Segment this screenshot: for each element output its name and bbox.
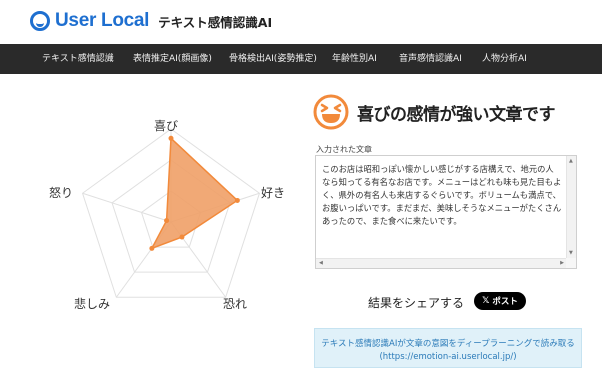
site-subtitle: テキスト感情認識AI <box>158 14 273 30</box>
radar-data-point <box>179 234 185 240</box>
x-logo-icon: 𝕏 <box>482 296 490 306</box>
input-text-content: このお店は昭和っぽい懐かしい感じがする店構えで、地元の人なら知ってる有名なお店で… <box>322 164 562 226</box>
radar-data-point <box>149 245 155 251</box>
result-title: 喜びの感情が強い文章です <box>357 104 556 125</box>
info-banner[interactable]: テキスト感情認識AIが文章の意図をディープラーニングで読み取る (https:/… <box>314 328 582 368</box>
radar-chart-svg <box>81 128 261 298</box>
share-label: 結果をシェアする <box>368 296 465 310</box>
user-local-logo-icon <box>30 11 50 31</box>
nav-item-pose-detection[interactable]: 骨格検出AI(姿勢推定) <box>229 44 317 74</box>
info-link[interactable]: (https://emotion-ai.userlocal.jp/) <box>315 352 581 362</box>
post-to-x-button[interactable]: 𝕏 ポスト <box>474 292 526 310</box>
radar-label-joy: 喜び <box>154 119 179 133</box>
radar-label-fear: 恐れ <box>223 297 248 311</box>
nav-item-age-gender[interactable]: 年齢性別AI <box>332 44 377 74</box>
emotion-radar-chart: 喜び 好き 恐れ 悲しみ 怒り <box>40 112 302 320</box>
info-description: テキスト感情認識AIが文章の意図をディープラーニングで読み取る <box>321 339 575 349</box>
radar-data-point <box>168 135 174 141</box>
nav-item-text-emotion[interactable]: テキスト感情認識 <box>42 44 114 74</box>
main-nav: テキスト感情認識 表情推定AI(顔画像) 骨格検出AI(姿勢推定) 年齢性別AI… <box>0 44 602 74</box>
header: User Local テキスト感情認識AI <box>0 0 602 44</box>
radar-label-anger: 怒り <box>49 186 74 200</box>
radar-label-sadness: 悲しみ <box>74 297 111 311</box>
scrollbar-corner <box>566 258 576 268</box>
result-heading: 喜びの感情が強い文章です <box>313 94 556 130</box>
laughing-face-icon <box>313 94 349 130</box>
post-button-label: ポスト <box>492 297 518 307</box>
nav-item-facial-expression[interactable]: 表情推定AI(顔画像) <box>133 44 212 74</box>
logo[interactable]: User Local テキスト感情認識AI <box>30 10 272 32</box>
scroll-down-arrow-icon[interactable]: ▼ <box>569 251 573 256</box>
nav-item-voice-emotion[interactable]: 音声感情認識AI <box>399 44 462 74</box>
scroll-right-arrow-icon[interactable]: ▶ <box>560 261 564 266</box>
radar-data-point <box>234 197 240 203</box>
radar-data-point <box>164 218 170 224</box>
nav-item-person-analysis[interactable]: 人物分析AI <box>482 44 527 74</box>
scroll-up-arrow-icon[interactable]: ▲ <box>569 159 573 164</box>
vertical-scrollbar[interactable]: ▲ ▼ <box>566 156 576 259</box>
input-text-label: 入力された文章 <box>316 145 372 154</box>
radar-label-like: 好き <box>261 186 286 200</box>
input-text-area[interactable]: このお店は昭和っぽい懐かしい感じがする店構えで、地元の人なら知ってる有名なお店で… <box>315 155 577 269</box>
radar-axis-line <box>82 192 172 223</box>
scroll-left-arrow-icon[interactable]: ◀ <box>319 261 323 266</box>
logo-text: User Local <box>55 10 150 31</box>
horizontal-scrollbar[interactable]: ◀ ▶ <box>316 258 567 268</box>
